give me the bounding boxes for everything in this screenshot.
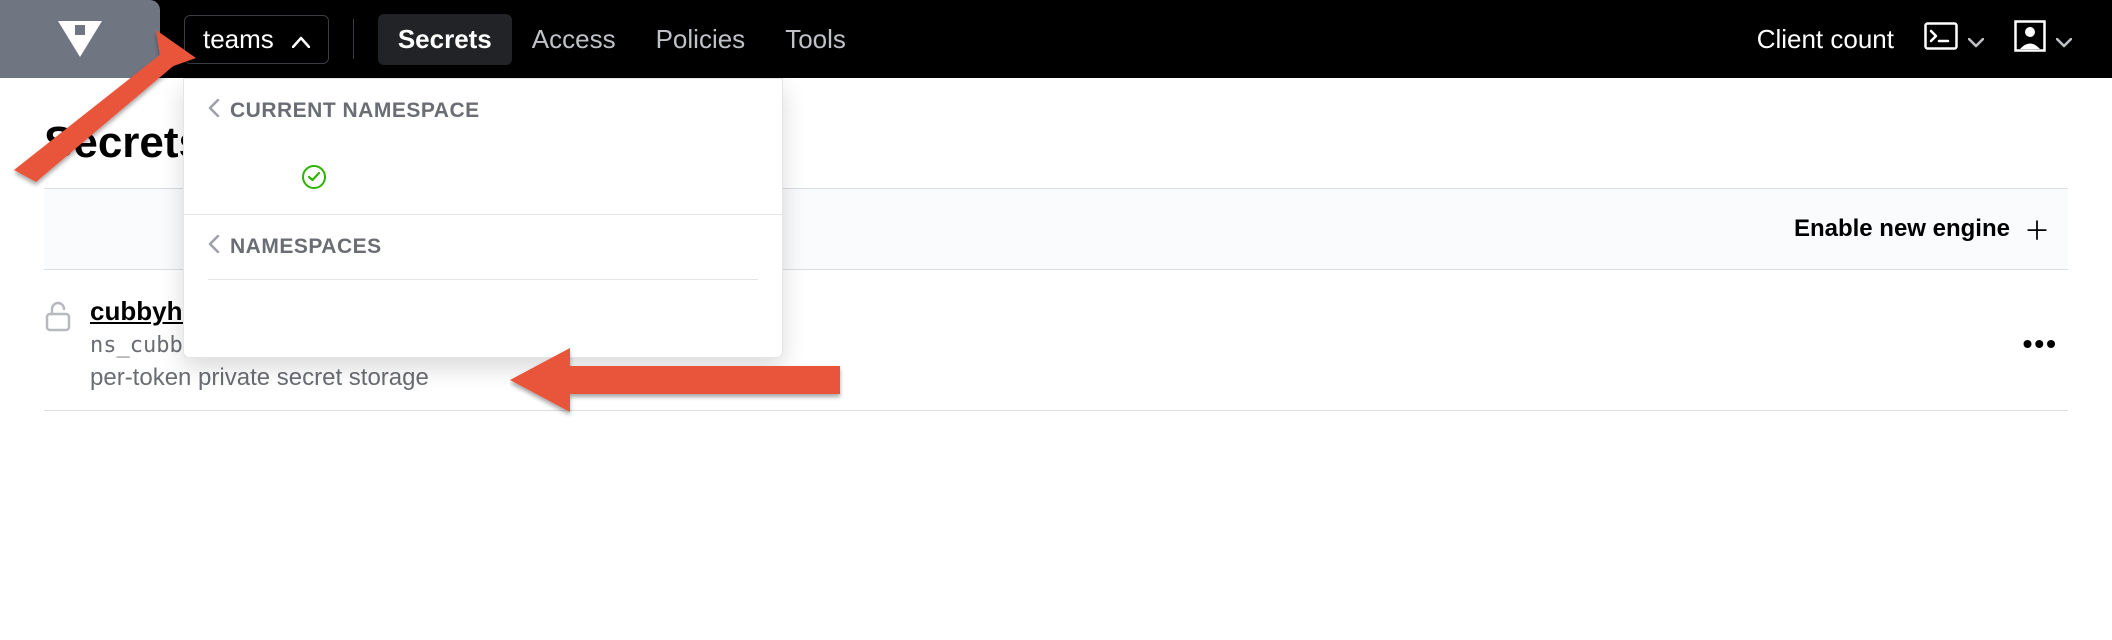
chevron-down-icon <box>1968 24 1984 55</box>
chevron-up-icon <box>292 24 310 55</box>
chevron-left-icon <box>208 235 220 259</box>
chevron-left-icon <box>208 99 220 123</box>
user-icon <box>2014 20 2046 59</box>
nav-policies[interactable]: Policies <box>636 14 766 65</box>
nav-access[interactable]: Access <box>512 14 636 65</box>
namespace-picker[interactable]: teams <box>184 15 329 64</box>
dropdown-namespaces-header[interactable]: NAMESPACES <box>208 235 758 259</box>
user-menu[interactable] <box>2014 20 2072 59</box>
vault-logo[interactable] <box>0 0 160 78</box>
namespace-picker-label: teams <box>203 24 274 55</box>
console-menu[interactable] <box>1924 22 1984 57</box>
enable-new-engine-button[interactable]: Enable new engine ＋ <box>1794 211 2050 248</box>
dropdown-current-label: CURRENT NAMESPACE <box>230 99 480 123</box>
dropdown-current-header[interactable]: CURRENT NAMESPACE <box>208 99 758 123</box>
client-count-link[interactable]: Client count <box>1757 14 1894 65</box>
nav-right: Client count <box>1757 14 2112 65</box>
dropdown-namespaces-label: NAMESPACES <box>230 235 382 259</box>
plus-icon: ＋ <box>2024 211 2050 248</box>
namespace-dropdown: CURRENT NAMESPACE teams/ NAMESPACES Mana… <box>183 78 783 358</box>
nav-secrets[interactable]: Secrets <box>378 14 512 65</box>
chevron-down-icon <box>2056 24 2072 55</box>
dropdown-current-value-row[interactable]: teams/ <box>184 143 782 214</box>
dropdown-current-value: teams/ <box>208 161 290 192</box>
engine-description: per-token private secret storage <box>90 364 2005 392</box>
unlock-icon <box>44 300 72 337</box>
terminal-icon <box>1924 22 1958 57</box>
nav-divider <box>353 19 354 59</box>
nav-tools[interactable]: Tools <box>765 14 866 65</box>
manage-namespaces-link[interactable]: Manage namespaces <box>208 279 758 357</box>
dropdown-namespaces-section: NAMESPACES <box>184 215 782 279</box>
check-circle-icon <box>302 165 326 189</box>
engine-row-menu[interactable]: ••• <box>2023 328 2068 360</box>
enable-new-engine-label: Enable new engine <box>1794 215 2010 243</box>
top-nav: teams Secrets Access Policies Tools Clie… <box>0 0 2112 78</box>
dropdown-current-section: CURRENT NAMESPACE <box>184 79 782 143</box>
vault-logo-icon <box>58 21 102 57</box>
